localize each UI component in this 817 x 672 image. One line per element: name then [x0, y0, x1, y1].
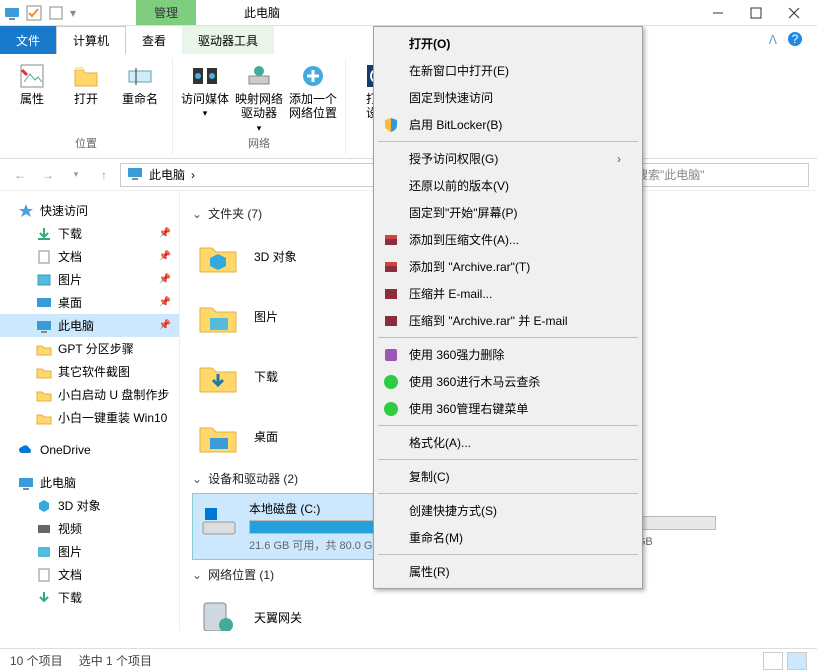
pin-icon: 📌	[159, 320, 171, 331]
map-network-drive-button[interactable]: 映射网络 驱动器▾	[235, 62, 283, 134]
tree-downloads[interactable]: 下载📌	[0, 222, 179, 245]
tree-video[interactable]: 视频	[0, 517, 179, 540]
tree-documents2[interactable]: 文档	[0, 563, 179, 586]
tree-this-pc[interactable]: 此电脑	[0, 471, 179, 494]
close-button[interactable]	[787, 6, 801, 20]
search-input[interactable]: 搜索"此电脑"	[629, 163, 809, 187]
svg-text:?: ?	[792, 32, 799, 46]
title-location: 此电脑	[226, 0, 298, 25]
menu-copy[interactable]: 复制(C)	[377, 463, 639, 490]
tree-desktop[interactable]: 桌面📌	[0, 291, 179, 314]
nav-forward-button[interactable]: →	[36, 163, 60, 187]
chevron-right-icon: ›	[617, 152, 621, 166]
tree-onedrive[interactable]: OneDrive	[0, 439, 179, 461]
menu-pin-start[interactable]: 固定到"开始"屏幕(P)	[377, 199, 639, 226]
menu-add-archive[interactable]: 添加到压缩文件(A)...	[377, 226, 639, 253]
tab-view[interactable]: 查看	[126, 26, 182, 54]
network-location[interactable]: 天翼网关	[192, 589, 805, 631]
menu-rename[interactable]: 重命名(M)	[377, 524, 639, 551]
menu-format[interactable]: 格式化(A)...	[377, 429, 639, 456]
tree-documents[interactable]: 文档📌	[0, 245, 179, 268]
group-location-label: 位置	[75, 135, 97, 154]
tab-computer[interactable]: 计算机	[56, 26, 126, 54]
menu-grant-access[interactable]: 授予访问权限(G)›	[377, 145, 639, 172]
menu-restore-versions[interactable]: 还原以前的版本(V)	[377, 172, 639, 199]
tree-other-folder[interactable]: 其它软件截图	[0, 360, 179, 383]
shield-icon	[383, 117, 399, 133]
pin-icon: 📌	[159, 251, 171, 262]
menu-add-rar[interactable]: 添加到 "Archive.rar"(T)	[377, 253, 639, 280]
view-details-button[interactable]	[763, 652, 783, 670]
context-menu: 打开(O) 在新窗口中打开(E) 固定到快速访问 启用 BitLocker(B)…	[373, 26, 643, 589]
tree-pictures[interactable]: 图片📌	[0, 268, 179, 291]
tree-quick-access[interactable]: 快速访问	[0, 199, 179, 222]
chevron-down-icon: ⌄	[192, 207, 202, 221]
tree-gpt-folder[interactable]: GPT 分区步骤	[0, 337, 179, 360]
tab-drive-tools[interactable]: 驱动器工具	[182, 26, 274, 54]
menu-360-context[interactable]: 使用 360管理右键菜单	[377, 395, 639, 422]
archive-icon	[383, 313, 399, 329]
tree-xiaobai1[interactable]: 小白启动 U 盘制作步	[0, 383, 179, 406]
help-icon[interactable]: ?	[787, 31, 803, 50]
status-selected: 选中 1 个项目	[79, 652, 152, 669]
breadcrumb-root[interactable]: 此电脑	[149, 166, 185, 183]
drive-icon	[199, 500, 239, 540]
tree-this-pc-pinned[interactable]: 此电脑📌	[0, 314, 179, 337]
open-button[interactable]: 打开	[62, 62, 110, 106]
tree-downloads2[interactable]: 下载	[0, 586, 179, 609]
archive-icon	[383, 286, 399, 302]
rename-button[interactable]: 重命名	[116, 62, 164, 106]
properties-icon[interactable]	[48, 5, 64, 21]
menu-zip-email[interactable]: 压缩并 E-mail...	[377, 280, 639, 307]
context-tab-manage[interactable]: 管理	[136, 0, 196, 25]
group-network-label: 网络	[248, 135, 270, 154]
view-large-button[interactable]	[787, 652, 807, 670]
tree-3d[interactable]: 3D 对象	[0, 494, 179, 517]
tree-pictures2[interactable]: 图片	[0, 540, 179, 563]
status-bar: 10 个项目 选中 1 个项目	[0, 648, 817, 672]
add-network-location-button[interactable]: 添加一个 网络位置	[289, 62, 337, 121]
check-icon[interactable]	[26, 5, 42, 21]
menu-360-scan[interactable]: 使用 360进行木马云查杀	[377, 368, 639, 395]
nav-up-button[interactable]: ↑	[92, 163, 116, 187]
nav-back-button[interactable]: ←	[8, 163, 32, 187]
properties-button[interactable]: 属性	[8, 62, 56, 106]
menu-bitlocker[interactable]: 启用 BitLocker(B)	[377, 111, 639, 138]
pin-icon: 📌	[159, 274, 171, 285]
menu-create-shortcut[interactable]: 创建快捷方式(S)	[377, 497, 639, 524]
pc-icon	[127, 165, 143, 184]
menu-open[interactable]: 打开(O)	[377, 30, 639, 57]
minimize-button[interactable]	[711, 6, 725, 20]
360-icon	[383, 401, 399, 417]
qat-dropdown-icon[interactable]: ▾	[70, 6, 76, 20]
breadcrumb-sep[interactable]: ›	[191, 168, 195, 182]
pc-icon	[4, 5, 20, 21]
menu-zip-rar-email[interactable]: 压缩到 "Archive.rar" 并 E-mail	[377, 307, 639, 334]
chevron-down-icon: ⌄	[192, 568, 202, 582]
nav-history-dropdown[interactable]: ▾	[64, 163, 88, 187]
archive-icon	[383, 232, 399, 248]
menu-open-new-window[interactable]: 在新窗口中打开(E)	[377, 57, 639, 84]
pin-icon: 📌	[159, 297, 171, 308]
pin-icon: 📌	[159, 228, 171, 239]
archive-icon	[383, 259, 399, 275]
360-icon	[383, 347, 399, 363]
tree-xiaobai2[interactable]: 小白一键重装 Win10	[0, 406, 179, 429]
360-icon	[383, 374, 399, 390]
access-media-button[interactable]: 访问媒体▾	[181, 62, 229, 119]
ribbon-collapse-icon[interactable]: ᐱ	[769, 33, 777, 47]
menu-360-delete[interactable]: 使用 360强力删除	[377, 341, 639, 368]
maximize-button[interactable]	[749, 6, 763, 20]
chevron-down-icon: ⌄	[192, 472, 202, 486]
menu-pin-quick-access[interactable]: 固定到快速访问	[377, 84, 639, 111]
status-count: 10 个项目	[10, 652, 63, 669]
nav-tree: 快速访问 下载📌 文档📌 图片📌 桌面📌 此电脑📌 GPT 分区步骤 其它软件截…	[0, 191, 180, 631]
tab-file[interactable]: 文件	[0, 26, 56, 54]
menu-properties[interactable]: 属性(R)	[377, 558, 639, 585]
